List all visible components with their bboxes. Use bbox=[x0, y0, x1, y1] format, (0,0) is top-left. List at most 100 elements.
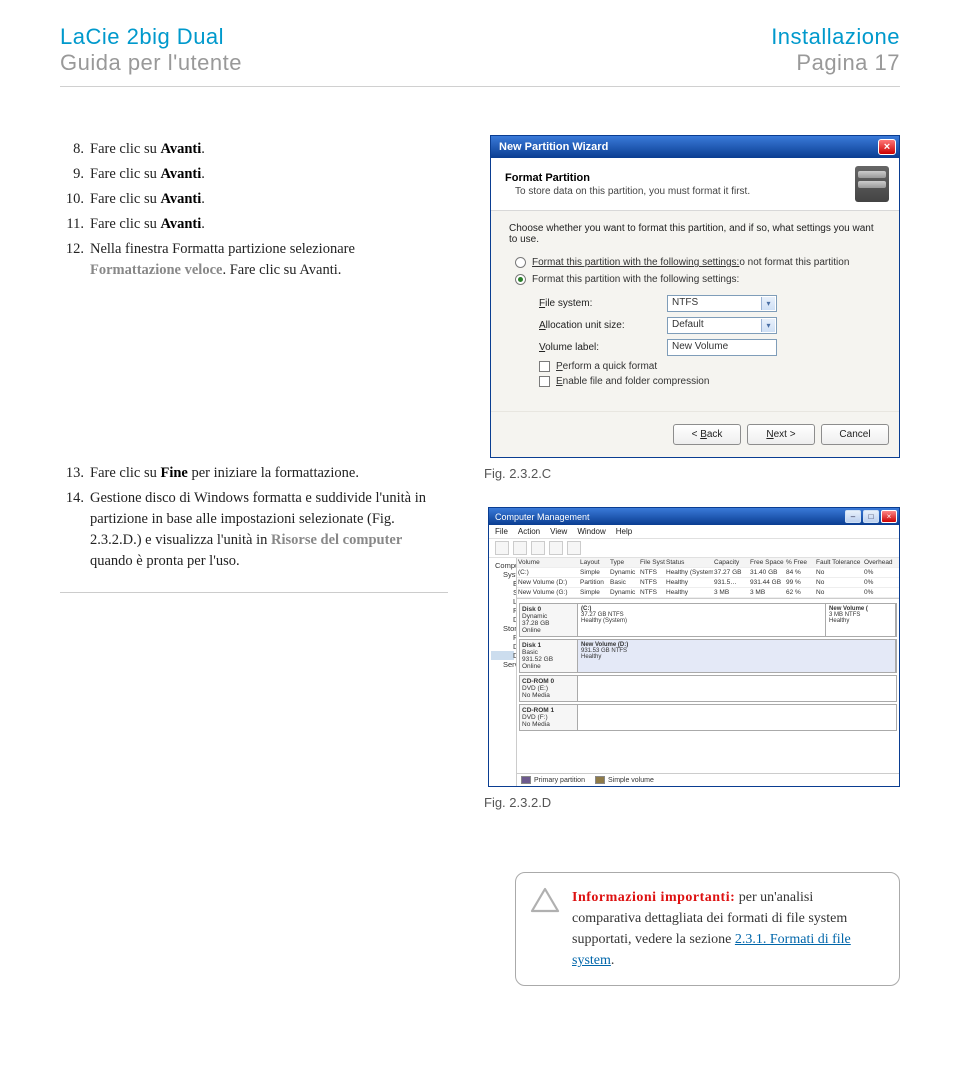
tree-node[interactable]: Disk Management bbox=[491, 651, 514, 660]
partition[interactable]: (C:)37.27 GB NTFSHealthy (System) bbox=[578, 604, 826, 636]
tree-node[interactable]: Local Users and Groups bbox=[491, 597, 514, 606]
menu-file[interactable]: File bbox=[495, 527, 508, 536]
info-title: Informazioni importanti: bbox=[572, 890, 735, 905]
warning-triangle-icon bbox=[530, 887, 560, 913]
doc-subtitle: Guida per l'utente bbox=[60, 50, 242, 76]
column-header[interactable]: Type bbox=[609, 559, 639, 566]
mmc-toolbar[interactable] bbox=[489, 539, 899, 558]
disk-map[interactable]: Disk 0Dynamic37.28 GBOnline(C:)37.27 GB … bbox=[517, 598, 899, 773]
partition[interactable]: New Volume (3 MB NTFSHealthy bbox=[826, 604, 896, 636]
checkbox-icon[interactable] bbox=[539, 361, 550, 372]
step-14: 14. Gestione disco di Windows formatta e… bbox=[60, 488, 448, 572]
disk-partition-bar[interactable]: New Volume (D:)931.53 GB NTFSHealthy bbox=[577, 639, 897, 673]
back-button[interactable]: < Back bbox=[673, 424, 741, 445]
quick-format-checkbox[interactable]: Perform a quick format bbox=[539, 361, 881, 372]
tree-node[interactable]: Performance Logs and Alerts bbox=[491, 606, 514, 615]
table-row[interactable]: New Volume (G:)SimpleDynamicNTFSHealthy3… bbox=[517, 588, 899, 598]
disk-label: CD-ROM 1DVD (F:)No Media bbox=[519, 704, 577, 731]
chevron-down-icon[interactable]: ▾ bbox=[761, 319, 775, 332]
allocation-unit-select[interactable]: Default ▾ bbox=[667, 317, 777, 334]
tree-node[interactable]: Removable Storage bbox=[491, 633, 514, 642]
column-header[interactable]: % Free bbox=[785, 559, 815, 566]
next-button[interactable]: Next > bbox=[747, 424, 815, 445]
toolbar-button[interactable] bbox=[567, 541, 581, 555]
mmc-menubar[interactable]: File Action View Window Help bbox=[489, 525, 899, 539]
volume-table[interactable]: VolumeLayoutTypeFile SystemStatusCapacit… bbox=[517, 558, 899, 598]
checkbox-icon[interactable] bbox=[539, 376, 550, 387]
legend-item: Primary partition bbox=[521, 776, 585, 784]
tree-node[interactable]: Device Manager bbox=[491, 615, 514, 624]
header-rule bbox=[60, 86, 900, 87]
page-number: Pagina 17 bbox=[771, 50, 900, 76]
steps-list-b: 13. Fare clic su Fine per iniziare la fo… bbox=[60, 463, 448, 572]
tree-node[interactable]: System Tools bbox=[491, 570, 514, 579]
radio-format-with-settings[interactable]: Format this partition with the following… bbox=[515, 274, 881, 285]
column-header[interactable]: Fault Tolerance bbox=[815, 559, 863, 566]
tree-node[interactable]: Computer Management (Local) bbox=[491, 561, 514, 570]
wizard-titlebar[interactable]: New Partition Wizard × bbox=[491, 136, 899, 158]
column-header[interactable]: Volume bbox=[517, 559, 579, 566]
figure-caption-c: Fig. 2.3.2.C bbox=[484, 466, 900, 481]
radio-icon[interactable] bbox=[515, 257, 526, 268]
tree-node[interactable]: Shared Folders bbox=[491, 588, 514, 597]
important-info-box: Informazioni importanti: per un'analisi … bbox=[515, 872, 900, 986]
column-header[interactable]: File System bbox=[639, 559, 665, 566]
step-10: 10. Fare clic su Avanti. bbox=[60, 189, 448, 210]
menu-help[interactable]: Help bbox=[616, 527, 632, 536]
step-11: 11. Fare clic su Avanti. bbox=[60, 214, 448, 235]
disk-row[interactable]: Disk 1Basic931.52 GBOnlineNew Volume (D:… bbox=[519, 639, 897, 673]
mmc-tree[interactable]: Computer Management (Local)System ToolsE… bbox=[489, 558, 517, 786]
table-row[interactable]: (C:)SimpleDynamicNTFSHealthy (System)37.… bbox=[517, 568, 899, 578]
chevron-down-icon[interactable]: ▾ bbox=[761, 297, 775, 310]
disk-label: Disk 0Dynamic37.28 GBOnline bbox=[519, 603, 577, 637]
tree-node[interactable]: Storage bbox=[491, 624, 514, 633]
mmc-titlebar[interactable]: Computer Management – □ × bbox=[489, 508, 899, 525]
disk-stack-icon bbox=[855, 166, 889, 202]
column-header[interactable]: Status bbox=[665, 559, 713, 566]
menu-action[interactable]: Action bbox=[518, 527, 540, 536]
file-system-row: File system: NTFS ▾ bbox=[539, 295, 881, 312]
menu-window[interactable]: Window bbox=[577, 527, 605, 536]
disk-partition-bar[interactable] bbox=[577, 704, 897, 731]
toolbar-button[interactable] bbox=[531, 541, 545, 555]
wizard-banner-subtitle: To store data on this partition, you mus… bbox=[515, 186, 750, 197]
computer-management-window: Computer Management – □ × File Action Vi… bbox=[488, 507, 900, 787]
column-header[interactable]: Free Space bbox=[749, 559, 785, 566]
partition[interactable]: New Volume (D:)931.53 GB NTFSHealthy bbox=[578, 640, 896, 672]
menu-view[interactable]: View bbox=[550, 527, 567, 536]
column-header[interactable]: Capacity bbox=[713, 559, 749, 566]
step-8: 8. Fare clic su Avanti. bbox=[60, 139, 448, 160]
minimize-icon[interactable]: – bbox=[845, 510, 861, 523]
radio-icon[interactable] bbox=[515, 274, 526, 285]
compression-checkbox[interactable]: Enable file and folder compression bbox=[539, 376, 881, 387]
wizard-prompt: Choose whether you want to format this p… bbox=[509, 223, 881, 245]
disk-row[interactable]: Disk 0Dynamic37.28 GBOnline(C:)37.27 GB … bbox=[519, 603, 897, 637]
disk-partition-bar[interactable] bbox=[577, 675, 897, 702]
disk-partition-bar[interactable]: (C:)37.27 GB NTFSHealthy (System)New Vol… bbox=[577, 603, 897, 637]
disk-row[interactable]: CD-ROM 1DVD (F:)No Media bbox=[519, 704, 897, 731]
maximize-icon[interactable]: □ bbox=[863, 510, 879, 523]
toolbar-button[interactable] bbox=[513, 541, 527, 555]
disk-label: Disk 1Basic931.52 GBOnline bbox=[519, 639, 577, 673]
close-icon[interactable]: × bbox=[881, 510, 897, 523]
file-system-select[interactable]: NTFS ▾ bbox=[667, 295, 777, 312]
mmc-title: Computer Management bbox=[495, 512, 590, 522]
steps-list: 8. Fare clic su Avanti. 9. Fare clic su … bbox=[60, 139, 448, 281]
volume-label-input[interactable]: New Volume bbox=[667, 339, 777, 356]
tree-node[interactable]: Disk Defragmenter bbox=[491, 642, 514, 651]
tree-node[interactable]: Services and Applications bbox=[491, 660, 514, 669]
toolbar-button[interactable] bbox=[549, 541, 563, 555]
cancel-button[interactable]: Cancel bbox=[821, 424, 889, 445]
close-icon[interactable]: × bbox=[878, 139, 896, 155]
doc-title: LaCie 2big Dual bbox=[60, 24, 242, 50]
allocation-unit-row: Allocation unit size: Default ▾ bbox=[539, 317, 881, 334]
toolbar-button[interactable] bbox=[495, 541, 509, 555]
column-header[interactable]: Overhead bbox=[863, 559, 899, 566]
column-header[interactable]: Layout bbox=[579, 559, 609, 566]
wizard-title: New Partition Wizard bbox=[499, 141, 608, 153]
table-row[interactable]: New Volume (D:)PartitionBasicNTFSHealthy… bbox=[517, 578, 899, 588]
disk-row[interactable]: CD-ROM 0DVD (E:)No Media bbox=[519, 675, 897, 702]
tree-node[interactable]: Event Viewer bbox=[491, 579, 514, 588]
step-13: 13. Fare clic su Fine per iniziare la fo… bbox=[60, 463, 448, 484]
radio-do-not-format[interactable]: Format this partition with the following… bbox=[515, 257, 881, 268]
